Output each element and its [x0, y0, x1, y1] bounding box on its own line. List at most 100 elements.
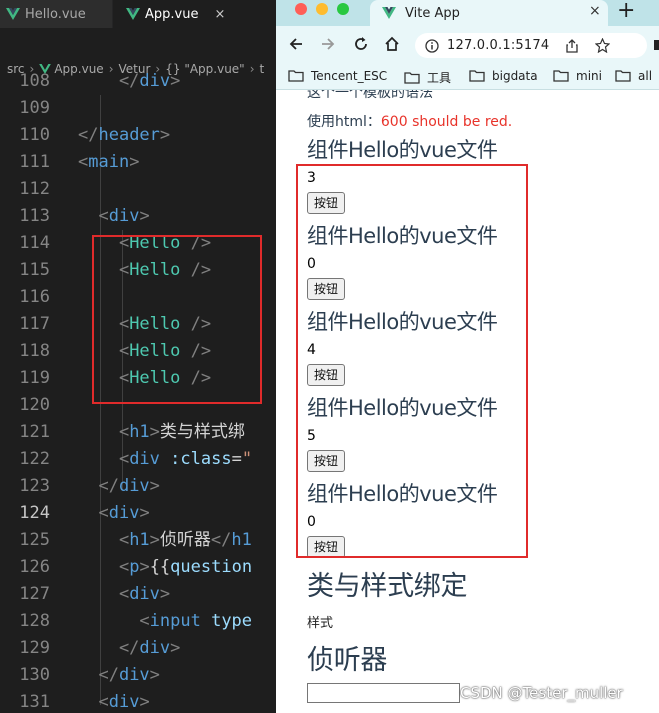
back-icon[interactable]	[286, 34, 306, 54]
watermark: CSDN @Tester_muller	[460, 684, 623, 702]
code-editor: Hello.vue App.vue × src › App.vue › Vetu…	[0, 0, 276, 713]
code-token: 侦听器	[159, 530, 211, 550]
code-token: >	[139, 557, 150, 577]
code-token: >	[139, 692, 150, 712]
code-line[interactable]: 126 <p>{{question	[0, 554, 276, 581]
bookmark-folder[interactable]: all	[615, 69, 652, 83]
code-token: type	[200, 611, 253, 631]
vite-icon	[382, 7, 396, 19]
code-line[interactable]: 127 <div>	[0, 581, 276, 608]
code-token: h1	[129, 422, 150, 442]
line-number: 113	[19, 206, 50, 226]
code-token: :class	[159, 449, 232, 469]
address-bar[interactable]: 127.0.0.1:5174	[415, 33, 647, 58]
code-token: >	[149, 530, 160, 550]
question-input[interactable]	[307, 683, 460, 703]
star-icon[interactable]	[595, 38, 611, 53]
code-token: </	[78, 125, 99, 145]
code-line[interactable]: 110 </header>	[0, 122, 276, 149]
code-token: <	[78, 611, 150, 631]
code-line[interactable]: 130 </div>	[0, 662, 276, 689]
code-token: <	[78, 206, 109, 226]
code-text: </div>	[78, 662, 159, 689]
highlight-box	[92, 235, 262, 404]
code-text: <h1>类与样式绑	[78, 419, 245, 446]
code-token: h1	[129, 530, 150, 550]
folder-icon	[469, 70, 485, 82]
minimize-window-icon[interactable]	[316, 3, 328, 15]
code-line[interactable]: 113 <div>	[0, 203, 276, 230]
line-number: 108	[19, 71, 50, 91]
browser-tab[interactable]: Vite App ×	[370, 0, 608, 26]
editor-tab-hello-vue[interactable]: Hello.vue	[0, 0, 112, 28]
close-icon[interactable]: ×	[589, 3, 601, 19]
code-line[interactable]: 108 </div>	[0, 68, 276, 95]
code-token: >	[170, 638, 181, 658]
code-token: <	[78, 152, 89, 172]
line-number: 127	[19, 584, 50, 604]
code-token: </	[210, 530, 232, 550]
folder-icon	[404, 71, 420, 84]
code-token: </	[78, 476, 119, 496]
line-number: 115	[19, 260, 50, 280]
code-line[interactable]: 122 <div :class="	[0, 446, 276, 473]
browser-window: Vite App × + 127.0.0.1:5174 Tencent_ESC …	[276, 0, 659, 713]
code-token: >	[159, 584, 171, 604]
maximize-window-icon[interactable]	[337, 3, 349, 15]
code-text: <div :class="	[78, 446, 252, 473]
bookmark-folder[interactable]: mini	[553, 69, 602, 83]
class-binding-heading: 类与样式绑定	[307, 571, 468, 602]
share-icon[interactable]	[565, 38, 579, 53]
code-line[interactable]: 121 <h1>类与样式绑	[0, 419, 276, 446]
code-line[interactable]: 112	[0, 176, 276, 203]
bookmark-label: bigdata	[492, 69, 538, 83]
code-line[interactable]: 129 </div>	[0, 635, 276, 662]
line-number: 126	[19, 557, 50, 577]
bookmark-folder[interactable]: 工具	[404, 69, 451, 86]
code-line[interactable]: 109	[0, 95, 276, 122]
close-window-icon[interactable]	[295, 3, 307, 15]
browser-tab-strip: Vite App × +	[276, 0, 659, 26]
code-text: <input type	[78, 608, 252, 635]
code-token: input	[149, 611, 201, 631]
line-number: 131	[19, 692, 50, 712]
vue-icon	[6, 8, 20, 20]
code-text: </div>	[78, 635, 180, 662]
forward-icon[interactable]	[318, 34, 338, 54]
line-number: 117	[19, 314, 50, 334]
reload-icon[interactable]	[351, 34, 371, 54]
code-line[interactable]: 111 <main>	[0, 149, 276, 176]
info-icon[interactable]	[425, 38, 439, 53]
code-token: div	[129, 449, 160, 469]
code-token: "	[241, 449, 253, 469]
html-demo-label: 使用html：	[307, 114, 381, 130]
browser-tab-title: Vite App	[405, 5, 460, 21]
bookmark-folder[interactable]: Tencent_ESC	[288, 69, 387, 83]
code-line[interactable]: 128 <input type	[0, 608, 276, 635]
editor-tab-app-vue[interactable]: App.vue ×	[113, 0, 276, 28]
new-tab-icon[interactable]: +	[617, 0, 635, 23]
line-number: 111	[19, 152, 50, 172]
code-token: div	[118, 665, 150, 685]
home-icon[interactable]	[382, 34, 402, 54]
url-text: 127.0.0.1:5174	[447, 38, 550, 53]
browser-toolbar: 127.0.0.1:5174	[276, 26, 659, 64]
code-text: <h1>侦听器</h1	[78, 527, 252, 554]
code-token: >	[149, 476, 160, 496]
line-number: 114	[19, 233, 50, 253]
bookmark-folder[interactable]: bigdata	[469, 69, 538, 83]
line-number: 109	[19, 98, 50, 118]
code-token: div	[129, 584, 160, 604]
code-text: <main>	[78, 149, 139, 176]
code-token: 类与样式绑	[159, 422, 245, 442]
code-line[interactable]: 131 <div>	[0, 689, 276, 713]
code-line[interactable]: 123 </div>	[0, 473, 276, 500]
code-line[interactable]: 124 <div>	[0, 500, 276, 527]
page-content: 这个一个模板的语法 使用html：600 should be red. 组件He…	[276, 90, 659, 713]
code-token: >	[149, 422, 160, 442]
code-line[interactable]: 125 <h1>侦听器</h1	[0, 527, 276, 554]
extension-icon[interactable]	[650, 34, 659, 54]
code-token: >	[170, 71, 181, 91]
close-icon[interactable]: ×	[214, 7, 225, 22]
html-demo-red-text: 600 should be red.	[380, 114, 513, 130]
